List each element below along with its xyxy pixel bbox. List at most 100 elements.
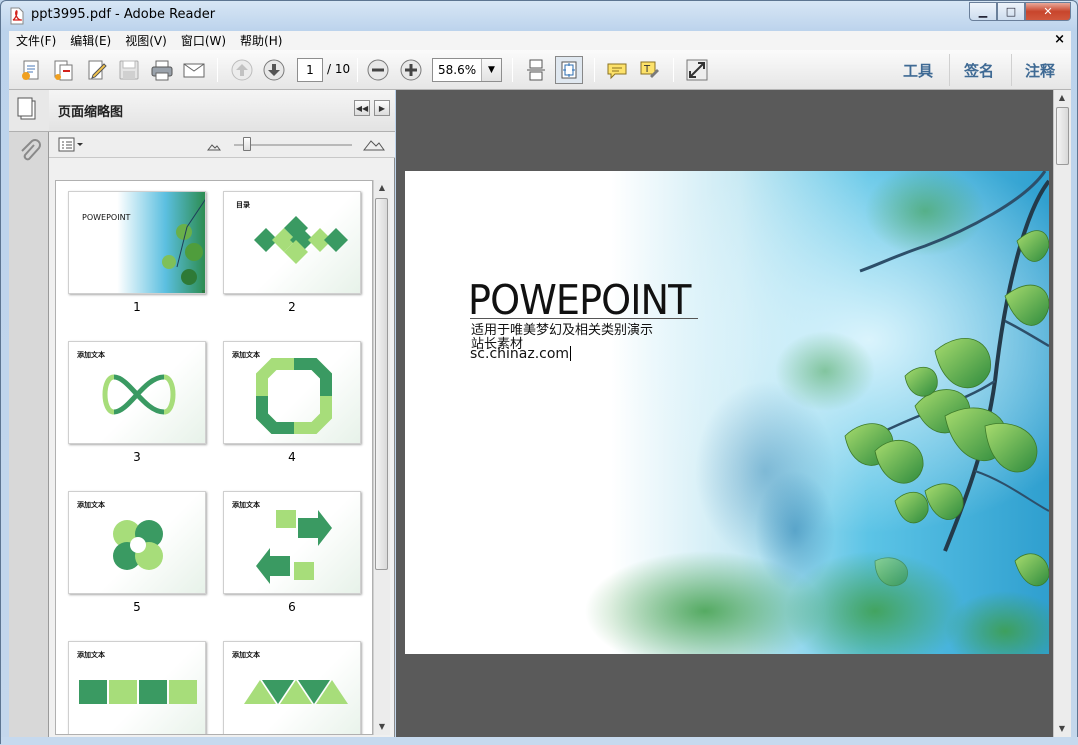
thumbnail-heading: 添加文本: [77, 651, 105, 659]
thumbnail-image: [69, 192, 205, 293]
menu-edit[interactable]: 编辑(E): [63, 32, 118, 49]
highlighter-icon: T: [640, 61, 659, 78]
tools-pane-button[interactable]: 工具: [903, 60, 933, 81]
thumbnail-heading: POWEPOINT: [82, 213, 131, 222]
thumbnail-page-6[interactable]: 添加文本: [223, 491, 361, 594]
toolbar-divider: [357, 58, 358, 82]
zoom-level-select[interactable]: 58.6% ▼: [432, 58, 502, 82]
next-page-button[interactable]: [260, 56, 288, 84]
double-chevron-left-icon: ◀◀: [355, 103, 369, 113]
thumbnail-page-8[interactable]: 添加文本: [223, 641, 361, 734]
scroll-up-arrow[interactable]: ▲: [1054, 90, 1070, 106]
page-number-input[interactable]: 1: [297, 58, 323, 82]
thumbnail-scrollbar[interactable]: ▲ ▼: [373, 180, 390, 735]
thumbnail-heading: 添加文本: [232, 501, 260, 509]
menu-file[interactable]: 文件(F): [9, 32, 63, 49]
comment-pane-button[interactable]: 注释: [1025, 60, 1055, 81]
scrolling-mode-button[interactable]: [522, 56, 550, 84]
scroll-down-arrow[interactable]: ▼: [374, 719, 390, 735]
thumbnail-page-7[interactable]: 添加文本: [68, 641, 206, 734]
thumbnail-number: 3: [133, 450, 141, 464]
full-screen-button[interactable]: [683, 56, 711, 84]
thumbnail-heading: 目录: [236, 201, 250, 209]
thumbnail-heading: 添加文本: [232, 651, 260, 659]
maximize-button[interactable]: □: [997, 2, 1025, 21]
expand-icon: [686, 59, 708, 81]
chevron-down-icon[interactable]: ▼: [481, 59, 501, 81]
edit-icon: [88, 60, 107, 80]
minimize-icon: ▁: [978, 5, 988, 18]
thumbnail-heading: 添加文本: [77, 351, 105, 359]
thumbnail-number: 6: [288, 600, 296, 614]
toolbar-divider: [949, 54, 950, 86]
collapse-panel-button[interactable]: ◀◀: [354, 100, 370, 116]
thumbnail-number: 2: [288, 300, 296, 314]
combine-files-button[interactable]: [49, 56, 77, 84]
close-document-button[interactable]: ×: [1054, 32, 1065, 47]
thumbnail-list: POWEPOINT 1 目录 2 添加文本 3 添加文本 4 添加文本 5 添加…: [55, 180, 373, 735]
slider-handle[interactable]: [243, 137, 251, 151]
document-view[interactable]: POWEPOINT 适用于唯美梦幻及相关类别演示 站长素材 sc.chinaz.…: [396, 90, 1053, 737]
menu-window[interactable]: 窗口(W): [174, 32, 233, 49]
thumbnail-page-3[interactable]: 添加文本: [68, 341, 206, 444]
comment-bubble-icon: [607, 63, 627, 80]
thumbnail-number: 4: [288, 450, 296, 464]
page-thumbnails-icon: [17, 97, 36, 120]
menu-bar: 文件(F) 编辑(E) 视图(V) 窗口(W) 帮助(H) ×: [9, 31, 1071, 50]
title-bar: ppt3995.pdf - Adobe Reader ▁ □ ✕: [1, 1, 1077, 31]
options-menu-button[interactable]: [58, 137, 84, 153]
toolbar-divider: [1011, 54, 1012, 86]
thumbnail-page-5[interactable]: 添加文本: [68, 491, 206, 594]
scrollbar-thumb[interactable]: [1056, 107, 1069, 165]
plus-circle-icon: [400, 59, 422, 81]
zoom-in-button[interactable]: [397, 56, 425, 84]
print-button[interactable]: [148, 56, 176, 84]
document-scrollbar[interactable]: ▲ ▼: [1053, 90, 1071, 737]
minimize-button[interactable]: ▁: [969, 2, 997, 21]
thumbnail-page-2[interactable]: 目录: [223, 191, 361, 294]
scroll-down-arrow[interactable]: ▼: [1054, 721, 1070, 737]
save-button[interactable]: [115, 56, 143, 84]
thumbnail-page-4[interactable]: 添加文本: [223, 341, 361, 444]
sign-pane-button[interactable]: 签名: [964, 60, 994, 81]
slide-background-image: [405, 171, 1049, 654]
previous-page-button[interactable]: [228, 56, 256, 84]
fit-page-button[interactable]: [555, 56, 583, 84]
scroll-mode-icon: [527, 59, 545, 81]
highlight-text-button[interactable]: T: [636, 56, 664, 84]
text-cursor: [570, 346, 572, 361]
zoom-out-button[interactable]: [364, 56, 392, 84]
navigation-strip: [9, 90, 49, 737]
thumbnail-heading: 添加文本: [77, 501, 105, 509]
arrow-up-icon: [231, 59, 253, 81]
add-comment-button[interactable]: [603, 56, 631, 84]
scroll-up-arrow[interactable]: ▲: [374, 180, 390, 196]
edit-pdf-button[interactable]: [83, 56, 111, 84]
menu-view[interactable]: 视图(V): [118, 32, 174, 49]
scrollbar-thumb[interactable]: [375, 198, 388, 570]
thumbnail-number: 5: [133, 600, 141, 614]
slide-url: sc.chinaz.com: [470, 346, 572, 362]
expand-panel-button[interactable]: ▶: [374, 100, 390, 116]
slide-url-text: sc.chinaz.com: [470, 346, 570, 362]
menu-help[interactable]: 帮助(H): [233, 32, 289, 49]
thumbnail-page-1[interactable]: POWEPOINT: [68, 191, 206, 294]
window-title: ppt3995.pdf - Adobe Reader: [31, 7, 216, 22]
close-button[interactable]: ✕: [1025, 2, 1071, 21]
close-icon: ✕: [1043, 5, 1053, 18]
envelope-icon: [183, 63, 205, 78]
save-icon: [119, 60, 139, 80]
create-pdf-button[interactable]: [17, 56, 45, 84]
panel-header: 页面缩略图 ◀◀ ▶: [49, 90, 395, 132]
toolbar-divider: [217, 58, 218, 82]
attachments-tab[interactable]: [15, 138, 43, 166]
email-button[interactable]: [180, 56, 208, 84]
thumbnail-size-slider[interactable]: [234, 144, 352, 146]
paperclip-icon: [21, 139, 41, 161]
slide-title: POWEPOINT: [468, 276, 691, 324]
page-thumbnails-tab[interactable]: [9, 90, 49, 132]
thumbnail-heading: 添加文本: [232, 351, 260, 359]
fit-page-icon: [561, 61, 577, 79]
thumbnails-panel: 页面缩略图 ◀◀ ▶ POWEPOINT 1 目录 2 添加文本 3 添加文本 …: [49, 90, 395, 737]
printer-icon: [151, 60, 173, 81]
